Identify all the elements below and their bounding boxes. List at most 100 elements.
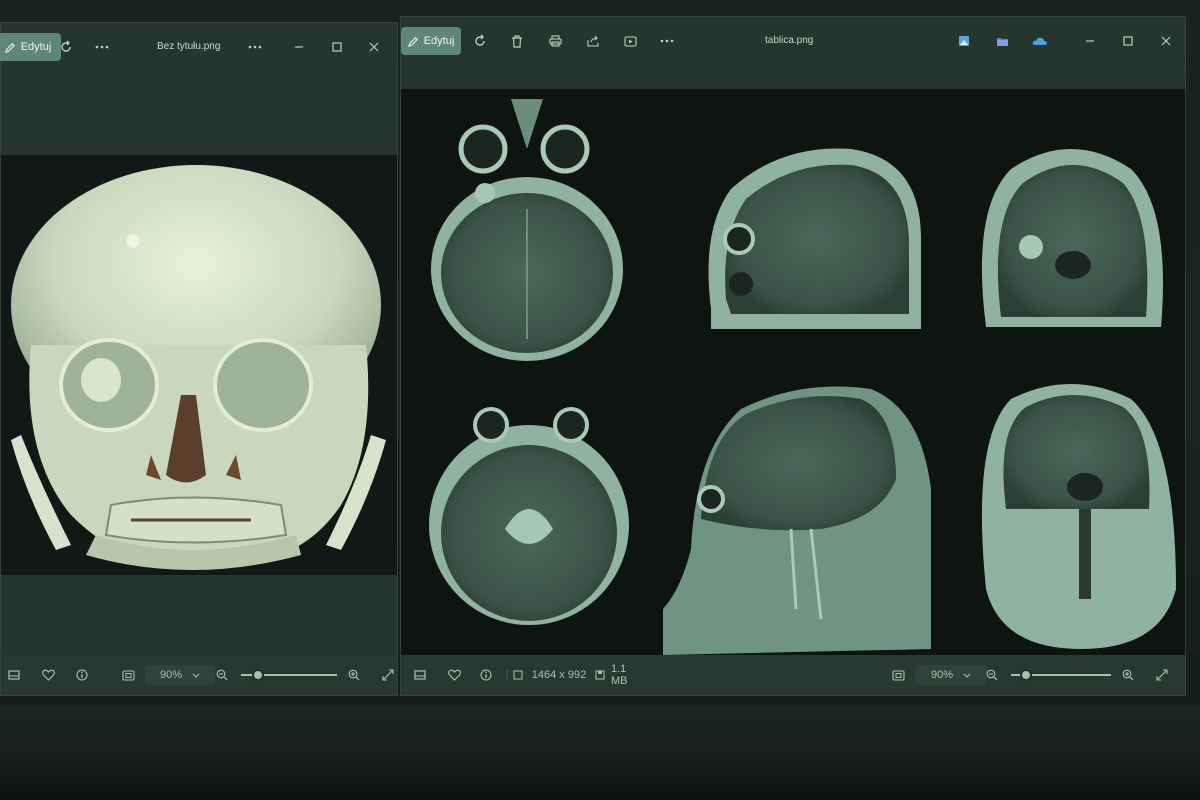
image-canvas <box>401 89 1185 655</box>
edit-button[interactable]: Edytuj <box>401 27 461 55</box>
mri-grid-image <box>429 99 1176 655</box>
zoom-value: 90% <box>159 669 183 681</box>
zoom-out-button[interactable] <box>213 665 231 685</box>
zoom-out-button[interactable] <box>983 665 1001 685</box>
maximize-button[interactable] <box>1117 27 1139 55</box>
image-size-icon <box>513 670 523 680</box>
expand-icon <box>382 669 394 681</box>
title-bar: Edytuj Bez tytułu.png <box>0 23 397 79</box>
window-title: tablica.png <box>765 35 814 46</box>
close-icon <box>369 42 379 52</box>
more-icon <box>248 45 262 49</box>
rotate-icon <box>59 40 73 54</box>
image-editor-icon <box>958 35 970 47</box>
image-dimensions: 1464 x 992 <box>531 669 587 681</box>
cloud-icon <box>1032 36 1048 46</box>
zoom-out-icon <box>216 669 228 681</box>
divider: | <box>505 669 509 681</box>
mri-axial-bottom <box>429 407 629 625</box>
folder-icon <box>996 36 1009 47</box>
print-button[interactable] <box>544 27 566 55</box>
slideshow-button[interactable] <box>619 27 641 55</box>
slideshow-icon <box>623 35 637 47</box>
zoom-in-icon <box>348 669 360 681</box>
fit-screen-icon <box>121 669 135 681</box>
close-button[interactable] <box>363 33 385 61</box>
info-button[interactable] <box>477 665 495 685</box>
info-button[interactable] <box>73 665 91 685</box>
status-bar: | 1464 x 992 1.1 MB 90% <box>401 655 1185 695</box>
info-icon <box>480 669 492 681</box>
mri-coronal-top <box>981 149 1163 327</box>
fullscreen-button[interactable] <box>379 665 397 685</box>
zoom-slider-thumb[interactable] <box>252 669 265 681</box>
filesize-icon-wrap <box>593 665 607 685</box>
filmstrip-button[interactable] <box>5 665 23 685</box>
filmstrip-icon <box>414 670 426 680</box>
more-icon <box>660 39 674 43</box>
favorite-button[interactable] <box>39 665 57 685</box>
close-icon <box>1161 36 1171 46</box>
trash-icon <box>511 34 523 48</box>
print-icon <box>548 35 562 47</box>
heart-icon <box>41 669 55 681</box>
rotate-button[interactable] <box>55 33 77 61</box>
onedrive-button[interactable] <box>1029 27 1051 55</box>
minimize-button[interactable] <box>1079 27 1101 55</box>
skull-3d-image <box>11 165 386 570</box>
more-icon <box>95 45 109 49</box>
screen-bezel <box>0 705 1200 800</box>
filmstrip-button[interactable] <box>411 665 429 685</box>
fit-button[interactable] <box>889 665 907 685</box>
fit-button[interactable] <box>119 665 137 685</box>
edit-icon <box>4 42 16 53</box>
share-icon <box>586 35 600 47</box>
photos-window-left: Edytuj Bez tytułu.png 90% <box>0 22 398 696</box>
close-button[interactable] <box>1155 27 1177 55</box>
favorite-button[interactable] <box>445 665 463 685</box>
minimize-icon <box>1085 36 1095 46</box>
expand-icon <box>1156 669 1168 681</box>
edit-label: Edytuj <box>423 35 455 47</box>
mri-axial-top <box>431 99 623 361</box>
rotate-button[interactable] <box>469 27 491 55</box>
info-icon <box>76 669 88 681</box>
delete-button[interactable] <box>506 27 528 55</box>
chevron-down-icon <box>192 673 200 678</box>
zoom-value: 90% <box>930 669 954 681</box>
zoom-select[interactable]: 90% <box>915 665 987 685</box>
zoom-in-button[interactable] <box>1119 665 1137 685</box>
more-button-2[interactable] <box>244 33 266 61</box>
zoom-select[interactable]: 90% <box>145 665 215 685</box>
rotate-icon <box>473 34 487 48</box>
mri-sagittal-top <box>708 148 921 329</box>
window-title: Bez tytułu.png <box>157 41 221 52</box>
filmstrip-icon <box>8 670 20 680</box>
more-button[interactable] <box>91 33 113 61</box>
more-button[interactable] <box>656 27 678 55</box>
zoom-slider-thumb[interactable] <box>1020 669 1032 681</box>
save-icon <box>595 670 605 680</box>
maximize-icon <box>1123 36 1133 46</box>
minimize-icon <box>294 42 304 52</box>
image-canvas <box>1 155 397 575</box>
status-bar: 90% <box>1 655 397 695</box>
editor-app-button[interactable] <box>953 27 975 55</box>
title-bar: Edytuj tablica.png <box>401 17 1185 73</box>
chevron-down-icon <box>963 673 971 678</box>
zoom-in-button[interactable] <box>345 665 363 685</box>
mri-sagittal-bottom <box>663 386 931 655</box>
minimize-button[interactable] <box>288 33 310 61</box>
edit-button[interactable]: Edytuj <box>0 33 61 61</box>
edit-icon <box>407 36 419 47</box>
zoom-out-icon <box>986 669 998 681</box>
file-size: 1.1 MB <box>611 663 628 687</box>
photos-window-right: Edytuj tablica.png | 1464 x 992 1.1 MB 9… <box>400 16 1186 696</box>
share-button[interactable] <box>582 27 604 55</box>
fullscreen-button[interactable] <box>1153 665 1171 685</box>
folder-button[interactable] <box>991 27 1013 55</box>
maximize-button[interactable] <box>326 33 348 61</box>
heart-icon <box>447 669 461 681</box>
zoom-in-icon <box>1122 669 1134 681</box>
dimensions-icon-wrap <box>511 665 525 685</box>
